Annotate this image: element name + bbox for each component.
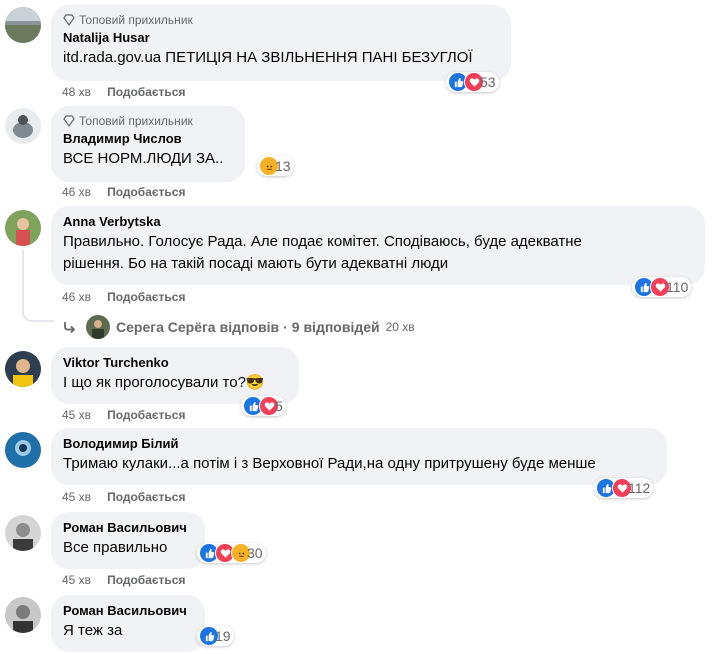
comment-author[interactable]: Natalija Husar bbox=[63, 30, 499, 46]
avatar[interactable] bbox=[5, 515, 41, 551]
comment-time[interactable]: 45 хв bbox=[62, 408, 91, 422]
top-fan-badge: Топовий прихильник bbox=[63, 13, 499, 27]
comment-author[interactable]: Viktor Turchenko bbox=[63, 355, 287, 371]
comment-meta: 46 хв Подобається bbox=[62, 185, 185, 199]
comment-text-line2: рішення. Бо на такій посаді мають бути а… bbox=[63, 255, 449, 272]
comment-text: Тримаю кулаки...а потім і з Верховної Ра… bbox=[63, 455, 596, 472]
comment-author[interactable]: Володимир Білий bbox=[63, 436, 655, 452]
comment-author[interactable]: Anna Verbytska bbox=[63, 214, 693, 230]
reply-separator: · bbox=[283, 319, 288, 335]
reply-arrow-icon bbox=[64, 322, 76, 334]
diamond-icon bbox=[63, 14, 75, 26]
comment-bubble: Топовий прихильник Natalija Husar itd.ra… bbox=[51, 5, 511, 81]
comment-author[interactable]: Владимир Числов bbox=[63, 131, 233, 147]
reply-author: Серега Серёга bbox=[116, 319, 216, 335]
comment-bubble: Володимир Білий Тримаю кулаки...а потім … bbox=[51, 428, 667, 485]
like-button[interactable]: Подобається bbox=[107, 185, 185, 199]
avatar[interactable] bbox=[5, 351, 41, 387]
comment-meta: 45 хв Подобається bbox=[62, 573, 185, 587]
comment-meta: 45 хв Подобається bbox=[62, 490, 185, 504]
avatar[interactable] bbox=[5, 108, 41, 144]
comment-time[interactable]: 45 хв bbox=[62, 490, 91, 504]
like-button[interactable]: Подобається bbox=[107, 290, 185, 304]
reaction-count[interactable]: 30 bbox=[197, 543, 266, 563]
comment-bubble: Роман Васильович Все правильно bbox=[51, 512, 205, 569]
comment-meta: 48 хв Подобається bbox=[62, 85, 185, 99]
comment-author[interactable]: Роман Васильович bbox=[63, 520, 193, 536]
reply-time: 20 хв bbox=[385, 320, 415, 334]
avatar[interactable] bbox=[5, 597, 41, 633]
reaction-count[interactable]: 112 bbox=[594, 478, 654, 498]
comment-meta: 45 хв Подобається bbox=[62, 408, 185, 422]
comment-time[interactable]: 48 хв bbox=[62, 85, 91, 99]
comment-time[interactable]: 45 хв bbox=[62, 573, 91, 587]
avatar[interactable] bbox=[5, 210, 41, 246]
view-replies-link[interactable]: Серега Серёга відповів · 9 відповідей 20… bbox=[62, 315, 415, 339]
reply-action: відповів bbox=[219, 319, 280, 335]
like-button[interactable]: Подобається bbox=[107, 573, 185, 587]
comment-bubble: Anna Verbytska Правильно. Голосує Рада. … bbox=[51, 206, 705, 285]
reaction-count[interactable]: 13 bbox=[257, 156, 294, 176]
comment-text-line1: Правильно. Голосує Рада. Але подає коміт… bbox=[63, 233, 582, 250]
reaction-count[interactable]: 5 bbox=[241, 396, 286, 416]
comment-time[interactable]: 46 хв bbox=[62, 290, 91, 304]
comment-text: Я теж за bbox=[63, 622, 123, 639]
comment-author[interactable]: Роман Васильович bbox=[63, 603, 193, 619]
comment-bubble: Топовий прихильник Владимир Числов ВСЕ Н… bbox=[51, 106, 245, 182]
reply-count: 9 відповідей bbox=[291, 319, 380, 335]
like-button[interactable]: Подобається bbox=[107, 85, 185, 99]
top-fan-badge: Топовий прихильник bbox=[63, 114, 233, 128]
comment-time[interactable]: 46 хв bbox=[62, 185, 91, 199]
comment-text: І що як проголосували то?😎 bbox=[63, 374, 265, 391]
reaction-count[interactable]: 19 bbox=[197, 626, 234, 646]
avatar[interactable] bbox=[5, 7, 41, 43]
avatar[interactable] bbox=[5, 432, 41, 468]
comment-meta: 46 хв Подобається bbox=[62, 290, 185, 304]
like-button[interactable]: Подобається bbox=[107, 408, 185, 422]
diamond-icon bbox=[63, 115, 75, 127]
reaction-count[interactable]: 53 bbox=[446, 72, 499, 92]
comment-bubble: Роман Васильович Я теж за bbox=[51, 595, 205, 652]
reaction-count[interactable]: 110 bbox=[632, 277, 692, 297]
comment-text: ВСЕ НОРМ.ЛЮДИ ЗА.. bbox=[63, 150, 224, 167]
comment-text: Все правильно bbox=[63, 539, 168, 556]
reply-avatar bbox=[86, 315, 110, 339]
thread-line bbox=[22, 250, 54, 322]
comment-text: itd.rada.gov.ua ПЕТИЦІЯ НА ЗВІЛЬНЕННЯ ПА… bbox=[63, 49, 473, 66]
like-button[interactable]: Подобається bbox=[107, 490, 185, 504]
